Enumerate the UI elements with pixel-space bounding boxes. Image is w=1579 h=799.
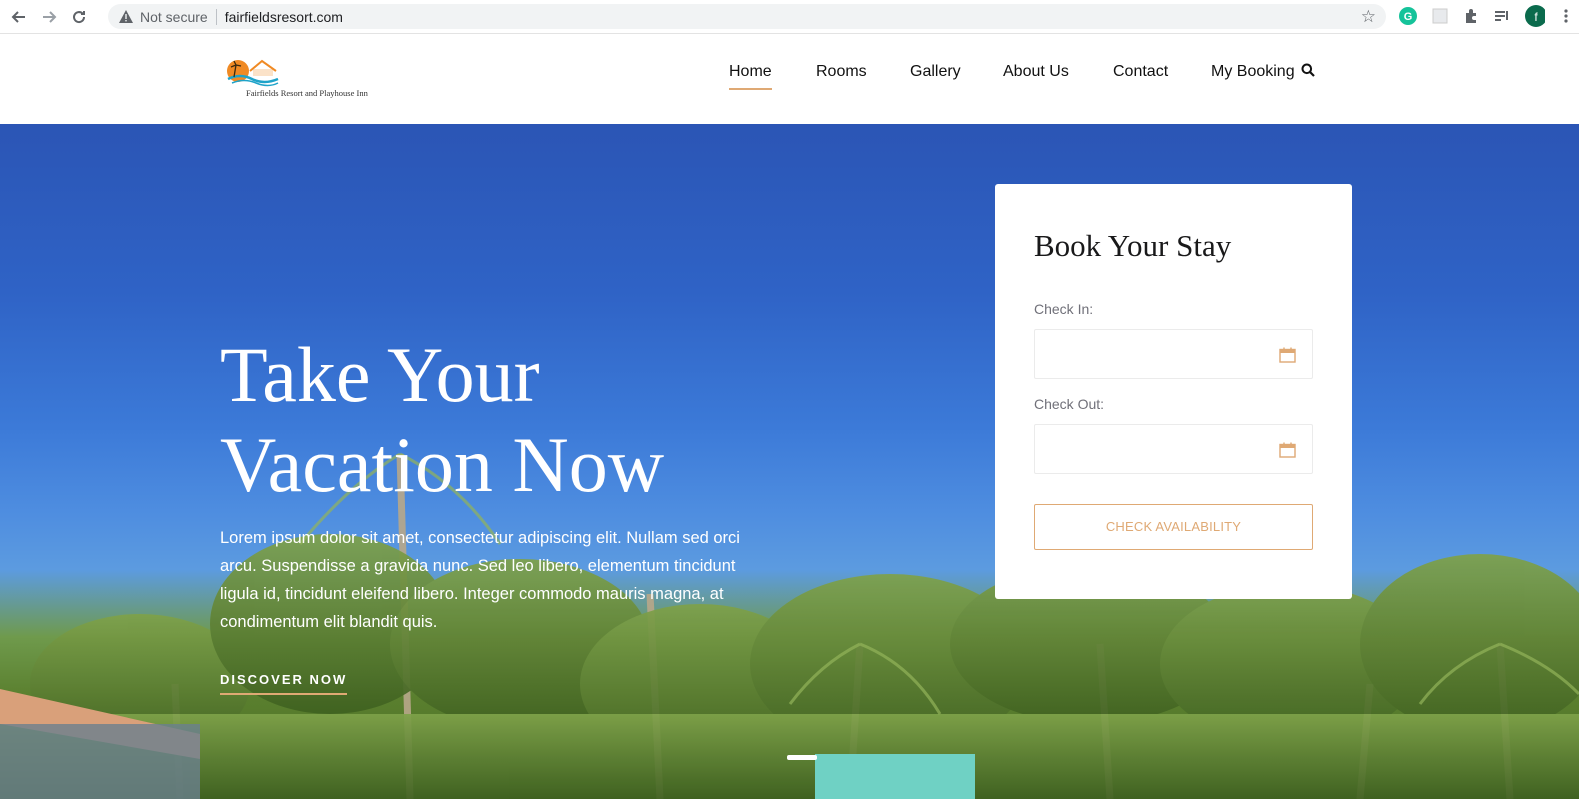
discover-now-link[interactable]: DISCOVER NOW [220, 672, 348, 695]
warning-icon[interactable] [118, 9, 134, 25]
hero-description: Lorem ipsum dolor sit amet, consectetur … [220, 529, 740, 631]
reload-icon[interactable] [68, 6, 90, 28]
nav-contact[interactable]: Contact [1113, 63, 1168, 81]
profile-initial: f [1534, 10, 1538, 24]
url-text[interactable]: fairfieldsresort.com [225, 9, 343, 25]
check-in-field[interactable] [1034, 329, 1313, 379]
menu-kebab-icon[interactable] [1556, 6, 1576, 26]
forward-icon[interactable] [38, 6, 60, 28]
booking-title: Book Your Stay [1034, 228, 1232, 263]
calendar-icon[interactable] [1279, 347, 1296, 363]
nav-gallery[interactable]: Gallery [910, 63, 961, 81]
nav-about-us[interactable]: About Us [1003, 63, 1069, 81]
nav-rooms[interactable]: Rooms [816, 63, 867, 81]
logo-emblem-icon [227, 59, 279, 87]
address-bar[interactable]: Not secure fairfieldsresort.com ☆ [108, 4, 1386, 29]
bookmark-star-icon[interactable]: ☆ [1361, 7, 1376, 27]
browser-toolbar: Not secure fairfieldsresort.com ☆ G f [0, 0, 1579, 34]
logo-text: Fairfields Resort and Playhouse Inn [246, 88, 368, 98]
divider [215, 8, 217, 25]
hero-title-line-1: Take Your [220, 331, 540, 418]
site-header: Fairfields Resort and Playhouse Inn Home… [0, 35, 1579, 124]
nav-home[interactable]: Home [729, 63, 772, 90]
nav-my-booking[interactable]: My Booking [1211, 63, 1315, 81]
hero-title: Take Your Vacation Now [220, 330, 840, 510]
search-icon[interactable] [1301, 63, 1315, 77]
calendar-icon[interactable] [1279, 442, 1296, 458]
site-logo[interactable]: Fairfields Resort and Playhouse Inn [220, 57, 390, 101]
profile-avatar[interactable]: f [1525, 5, 1545, 27]
security-label: Not secure [140, 8, 208, 25]
back-icon[interactable] [8, 6, 30, 28]
check-out-label: Check Out: [1034, 396, 1105, 412]
puzzle-icon[interactable] [1461, 6, 1481, 26]
check-availability-button[interactable]: CHECK AVAILABILITY [1034, 504, 1313, 550]
check-out-field[interactable] [1034, 424, 1313, 474]
hero-title-line-2: Vacation Now [220, 421, 665, 508]
check-in-label: Check In: [1034, 301, 1094, 317]
extension-grid-icon[interactable] [1430, 6, 1450, 26]
slider-indicator[interactable] [787, 755, 817, 760]
booking-form: Book Your Stay Check In: Check Out: CHEC… [995, 184, 1352, 599]
media-queue-icon[interactable] [1492, 6, 1512, 26]
nav-my-booking-label: My Booking [1211, 63, 1295, 80]
svg-text:G: G [1404, 11, 1413, 23]
hero-section: Take Your Vacation Now Lorem ipsum dolor… [0, 124, 1579, 799]
grammarly-icon[interactable]: G [1398, 6, 1418, 26]
